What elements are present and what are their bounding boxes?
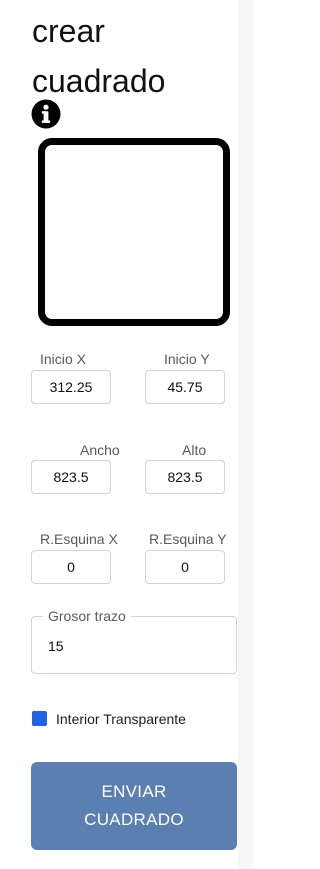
form-panel: crear cuadrado Inicio X Inicio Y 312.25 …	[0, 0, 238, 869]
enviar-cuadrado-label: ENVIAR CUADRADO	[84, 782, 184, 829]
ancho-label: Ancho	[80, 442, 120, 458]
alto-label: Alto	[182, 442, 207, 458]
ancho-input[interactable]: 823.5	[31, 460, 111, 494]
resquina-y-input[interactable]: 0	[145, 550, 225, 584]
scroll-area[interactable]	[238, 0, 253, 869]
interior-transparente-label[interactable]: Interior Transparente	[56, 710, 186, 728]
inicio-x-label: Inicio X	[40, 351, 86, 367]
inicio-x-input[interactable]: 312.25	[31, 370, 111, 404]
grosor-trazo-value[interactable]: 15	[48, 638, 64, 654]
square-preview	[38, 138, 230, 326]
page-title: crear cuadrado	[32, 13, 166, 99]
enviar-cuadrado-button[interactable]: ENVIAR CUADRADO	[31, 762, 237, 850]
grosor-trazo-field[interactable]: Grosor trazo 15	[31, 607, 237, 674]
info-icon[interactable]	[31, 99, 61, 129]
alto-input[interactable]: 823.5	[145, 460, 225, 494]
resquina-y-label: R.Esquina Y	[149, 531, 227, 547]
resquina-x-input[interactable]: 0	[31, 550, 111, 584]
grosor-trazo-label: Grosor trazo	[43, 607, 131, 625]
inicio-y-input[interactable]: 45.75	[145, 370, 225, 404]
resquina-x-label: R.Esquina X	[40, 531, 118, 547]
interior-transparente-checkbox[interactable]	[32, 711, 47, 726]
inicio-y-label: Inicio Y	[164, 351, 210, 367]
